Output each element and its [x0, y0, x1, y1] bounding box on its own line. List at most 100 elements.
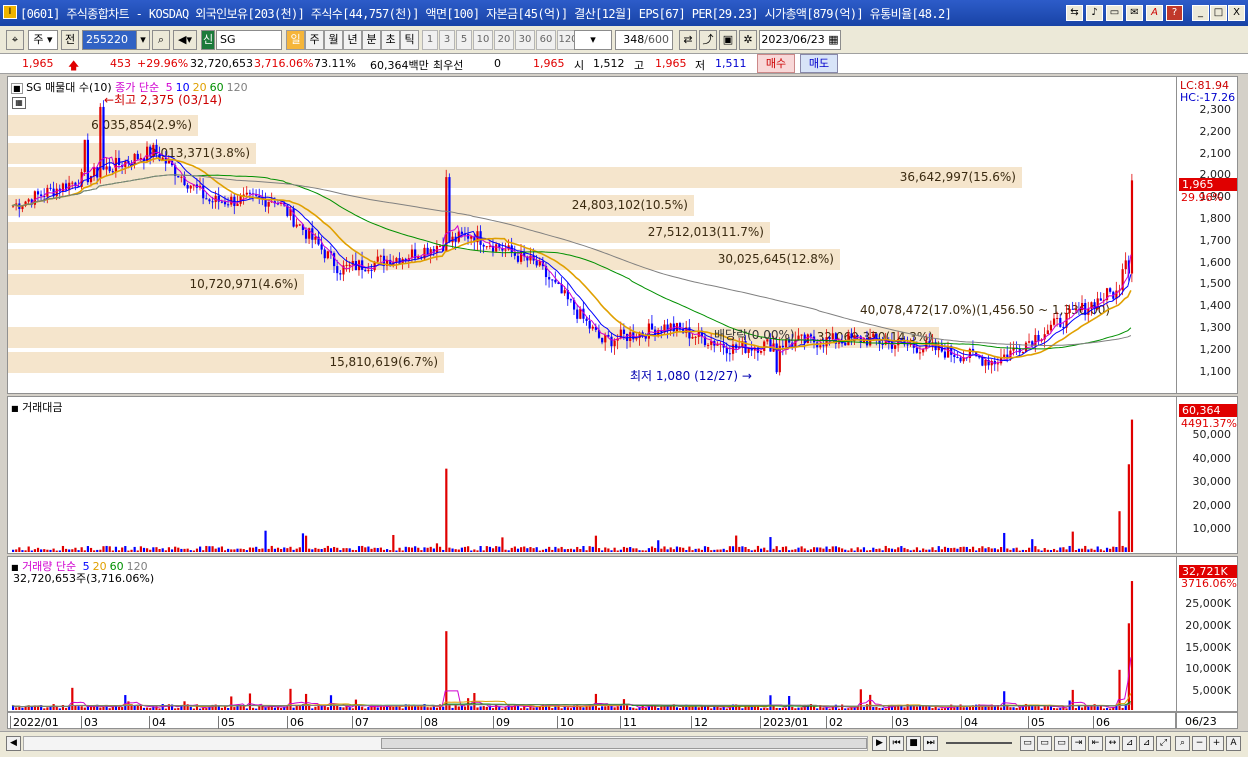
count-field[interactable]: 348/600 — [615, 30, 673, 50]
up-arrow-icon: 🡅 — [68, 59, 80, 72]
sell-button[interactable]: 매도 — [800, 54, 838, 73]
zoom-out-icon[interactable]: − — [1192, 736, 1207, 751]
tool-icon-9[interactable]: ⤢ — [1156, 736, 1171, 751]
period-3[interactable]: 년 — [343, 30, 362, 50]
font-size-icon[interactable]: A — [1226, 736, 1241, 751]
bar — [853, 707, 856, 710]
bar — [339, 706, 342, 710]
bar — [80, 547, 83, 552]
trend-icon[interactable]: ⤴ — [699, 30, 717, 50]
help-icon[interactable]: ? — [1166, 5, 1183, 21]
bar — [498, 707, 501, 710]
x-axis-right: 06/23 — [1176, 712, 1238, 729]
candle-body — [438, 245, 442, 247]
bar — [255, 546, 258, 552]
interval-1[interactable]: 3 — [439, 30, 455, 50]
bar — [719, 707, 722, 710]
play-icon[interactable]: ▶ — [872, 736, 887, 751]
bar — [30, 550, 33, 552]
price-pane[interactable]: 6,035,854(2.9%) 9,013,371(3.8%) 36,642,997… — [7, 76, 1177, 394]
zoom-in-icon[interactable]: + — [1209, 736, 1224, 751]
bar — [326, 545, 329, 552]
bar — [981, 546, 984, 552]
amount-pane[interactable]: ■ 거래대금 — [7, 396, 1177, 554]
stop-icon[interactable]: ■ — [906, 736, 921, 751]
tool-icon-8[interactable]: ⊿ — [1139, 736, 1154, 751]
candle-body — [223, 201, 227, 205]
close-button[interactable]: X — [1228, 5, 1245, 21]
search-icon[interactable]: ⌕ — [152, 30, 170, 50]
interval-6[interactable]: 60 — [536, 30, 556, 50]
bar — [968, 549, 972, 552]
bar — [333, 546, 336, 552]
link-icon[interactable]: ⇆ — [1066, 5, 1083, 21]
pin-icon[interactable]: ⌖ — [6, 30, 24, 50]
interval-5[interactable]: 30 — [515, 30, 535, 50]
save-icon[interactable]: ▣ — [719, 30, 737, 50]
sound-icon[interactable]: ♪ — [1086, 5, 1103, 21]
period-4[interactable]: 분 — [362, 30, 381, 50]
tool-icon-3[interactable]: ▭ — [1054, 736, 1069, 751]
tool-icon-2[interactable]: ▭ — [1037, 736, 1052, 751]
bar — [482, 706, 485, 710]
settings-icon[interactable]: ✲ — [739, 30, 757, 50]
interval-input[interactable]: ▾ — [574, 30, 612, 50]
candle-body — [292, 208, 295, 227]
candle-body — [236, 203, 239, 207]
candle-body — [601, 337, 604, 343]
period-6[interactable]: 틱 — [400, 30, 419, 50]
maximize-button[interactable]: □ — [1210, 5, 1227, 21]
bar — [52, 704, 55, 710]
zoom-slider[interactable] — [946, 742, 1012, 744]
bar — [582, 707, 585, 710]
scroll-left-icon[interactable]: ◀ — [6, 736, 21, 751]
buy-button[interactable]: 매수 — [757, 54, 795, 73]
bar — [682, 706, 685, 710]
chart-tool-icon[interactable]: ⇄ — [679, 30, 697, 50]
full-button[interactable]: 전 — [61, 30, 79, 50]
scroll-thumb[interactable] — [381, 738, 867, 749]
date-field[interactable]: 2023/06/23 ▦ — [759, 30, 841, 50]
period-2[interactable]: 월 — [324, 30, 343, 50]
forward-icon[interactable]: ⏭ — [923, 736, 938, 751]
bar — [367, 546, 370, 552]
bar — [43, 708, 46, 710]
mode-select[interactable]: 주 ▾ — [28, 30, 58, 50]
scroll-track[interactable] — [23, 736, 868, 751]
minimize-button[interactable]: _ — [1192, 5, 1209, 21]
interval-4[interactable]: 20 — [494, 30, 514, 50]
rewind-icon[interactable]: ⏮ — [889, 736, 904, 751]
interval-3[interactable]: 10 — [473, 30, 493, 50]
bar — [501, 537, 504, 552]
tool-icon-6[interactable]: ↔ — [1105, 736, 1120, 751]
speaker-icon[interactable]: ◀▾ — [173, 30, 197, 50]
code-dropdown-icon[interactable]: ▾ — [136, 30, 150, 50]
zoom-icon[interactable]: ⌕ — [1175, 736, 1190, 751]
tool-icon-7[interactable]: ⊿ — [1122, 736, 1137, 751]
stock-name-field[interactable]: SG — [216, 30, 282, 50]
bar — [940, 549, 943, 552]
bar — [467, 546, 470, 552]
volume-pane[interactable]: ■ 거래량 단순 5 20 60 120 32,720,653주(3,716.06%) — [7, 556, 1177, 712]
interval-2[interactable]: 5 — [456, 30, 472, 50]
bar — [1074, 708, 1077, 710]
candle-body — [367, 269, 370, 272]
bar — [918, 706, 922, 710]
period-5[interactable]: 초 — [381, 30, 400, 50]
tool-icon-4[interactable]: ⇥ — [1071, 736, 1086, 751]
period-1[interactable]: 주 — [305, 30, 324, 50]
bar — [601, 550, 604, 552]
bar — [760, 708, 763, 710]
bar — [865, 550, 869, 552]
period-0[interactable]: 일 — [286, 30, 305, 50]
table-icon[interactable]: ▦ — [12, 97, 26, 109]
font-icon[interactable]: A — [1146, 5, 1163, 21]
bar — [922, 548, 925, 552]
interval-0[interactable]: 1 — [422, 30, 438, 50]
mail-icon[interactable]: ✉ — [1126, 5, 1143, 21]
window-icon[interactable]: ▭ — [1106, 5, 1123, 21]
bar — [862, 547, 866, 552]
tool-icon-5[interactable]: ⇤ — [1088, 736, 1103, 751]
tool-icon-1[interactable]: ▭ — [1020, 736, 1035, 751]
bar — [881, 550, 884, 552]
